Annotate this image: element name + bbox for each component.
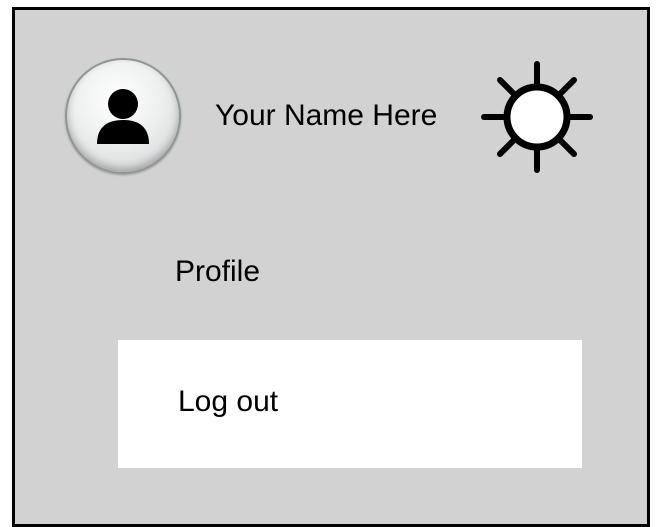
user-name: Your Name Here bbox=[215, 99, 438, 132]
menu-item-profile[interactable]: Profile bbox=[175, 254, 260, 290]
user-silhouette-icon bbox=[97, 89, 149, 144]
gear-icon bbox=[481, 61, 593, 173]
menu-item-logout-label: Log out bbox=[178, 385, 279, 418]
menu-item-logout[interactable]: Log out bbox=[118, 340, 582, 468]
user-menu-panel: Your Name Here Profile Log out bbox=[12, 7, 650, 527]
settings-button[interactable] bbox=[480, 60, 594, 174]
avatar[interactable] bbox=[65, 58, 181, 174]
